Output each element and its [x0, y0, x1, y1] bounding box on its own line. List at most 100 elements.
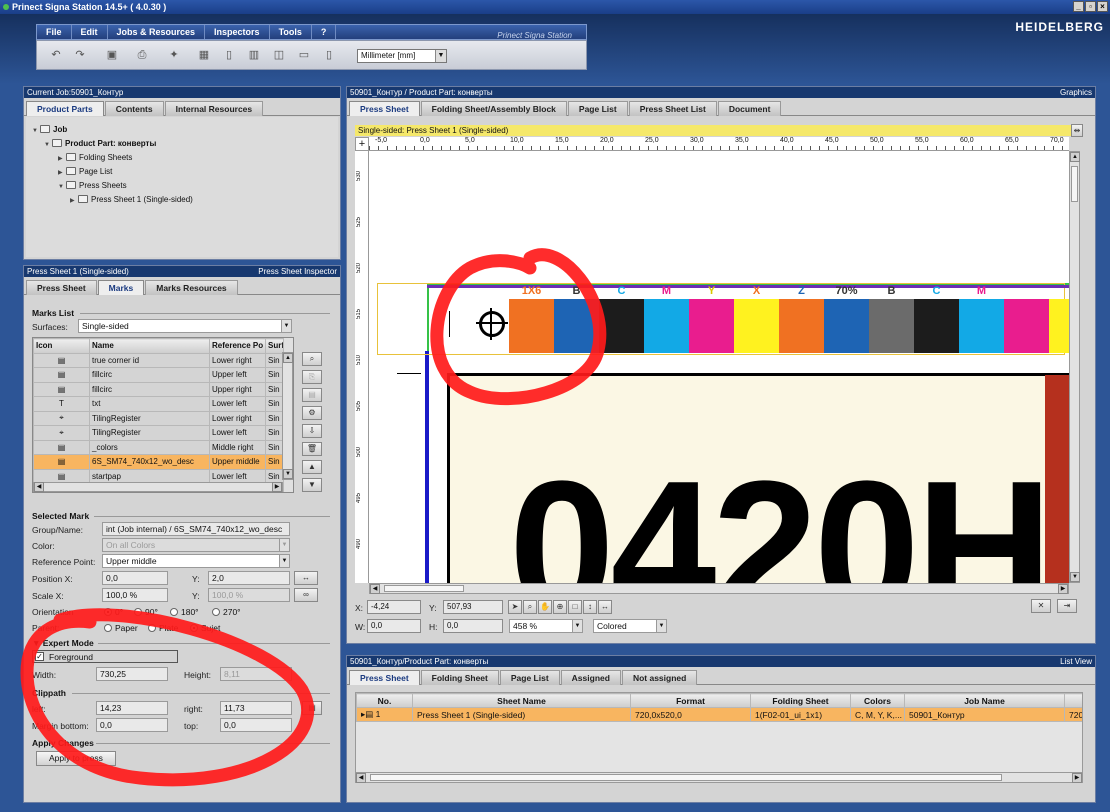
col-reference[interactable]: Reference Po — [209, 338, 266, 354]
parent-paper-radio[interactable]: Paper — [104, 623, 138, 633]
col-job-name[interactable]: Job Name — [904, 693, 1065, 708]
layout-icon[interactable]: ▦ — [197, 49, 211, 62]
height-field[interactable]: 8,11 — [220, 667, 292, 681]
scroll-up-icon[interactable]: ▲ — [1070, 152, 1080, 162]
marks-vscrollbar[interactable]: ▲ ▼ — [282, 352, 293, 480]
scroll-thumb[interactable] — [384, 585, 464, 592]
table-row[interactable]: ⌖ TilingRegister Lower left Sin — [33, 425, 284, 441]
maximize-button[interactable]: ▫ — [1085, 1, 1096, 12]
tree-item-page-list[interactable]: ▶ Page List — [58, 167, 112, 176]
move-up-button[interactable]: ▲ — [302, 460, 322, 474]
paste-mark-button[interactable]: ▤ — [302, 388, 322, 402]
h-field[interactable]: 0,0 — [443, 619, 503, 633]
clip-right-field[interactable]: 11,73 — [220, 701, 292, 715]
table-row[interactable]: ▤ true corner id Lower right Sin — [33, 352, 284, 368]
position-y-field[interactable]: 2,0 — [208, 571, 290, 585]
table-row[interactable]: ▤ 6S_SM74_740x12_wo_desc Upper middle Sin — [33, 454, 284, 470]
page-icon[interactable]: ▯ — [322, 49, 336, 62]
canvas-vscrollbar[interactable]: ▲ ▼ — [1069, 151, 1080, 583]
tab-folding-sheet-assembly[interactable]: Folding Sheet/Assembly Block — [420, 101, 567, 116]
fit-height-icon[interactable]: ↕ — [583, 600, 597, 614]
canvas-hscrollbar[interactable]: ◀ ▶ — [369, 583, 1069, 594]
menu-help[interactable]: ? — [312, 25, 337, 39]
colorbar[interactable] — [509, 299, 1069, 353]
display-mode-select[interactable]: Colored ▼ — [593, 619, 667, 633]
menu-inspectors[interactable]: Inspectors — [205, 25, 270, 39]
col-no[interactable]: No. — [356, 693, 413, 708]
move-down-button[interactable]: ▼ — [302, 478, 322, 492]
reference-point-select[interactable]: Upper middle ▼ — [102, 554, 290, 568]
margin-bottom-field[interactable]: 0,0 — [96, 718, 168, 732]
table-row[interactable]: ▤ _colors Middle right Sin — [33, 439, 284, 455]
col-extra[interactable] — [1064, 693, 1082, 708]
expert-mode-toggle[interactable]: ▼ Expert Mode — [32, 638, 94, 648]
fit-width-icon[interactable]: ↔ — [598, 600, 612, 614]
tab-page-list[interactable]: Page List — [567, 101, 628, 116]
tab-contents[interactable]: Contents — [104, 101, 164, 116]
orientation-90-radio[interactable]: 90° — [134, 607, 158, 617]
save-icon[interactable]: ▣ — [105, 49, 119, 62]
table-row[interactable]: ▤ fillcirc Upper right Sin — [33, 381, 284, 397]
col-name[interactable]: Name — [89, 338, 210, 354]
scroll-up-icon[interactable]: ▲ — [283, 353, 293, 363]
width-field[interactable]: 730,25 — [96, 667, 168, 681]
minimize-button[interactable]: _ — [1073, 1, 1084, 12]
list-hscrollbar[interactable]: ◀ ▶ — [355, 772, 1083, 783]
scroll-left-icon[interactable]: ◀ — [370, 584, 380, 594]
tab-assigned[interactable]: Assigned — [560, 670, 621, 685]
import-mark-button[interactable]: ⇩ — [302, 424, 322, 438]
new-mark-button[interactable]: ⌕ — [302, 352, 322, 366]
edit-mark-button[interactable]: ⚙ — [302, 406, 322, 420]
close-view-icon[interactable]: ✕ — [1031, 599, 1051, 613]
foreground-checkbox[interactable]: ✓ — [35, 652, 44, 661]
tab-page-list[interactable]: Page List — [499, 670, 560, 685]
tree-item-press-sheet-1[interactable]: ▶ Press Sheet 1 (Single-sided) — [70, 195, 193, 204]
orientation-180-radio[interactable]: 180° — [170, 607, 199, 617]
parent-plate-radio[interactable]: Plate — [148, 623, 178, 633]
tab-document[interactable]: Document — [717, 101, 782, 116]
scroll-thumb[interactable] — [370, 774, 1002, 781]
tab-product-parts[interactable]: Product Parts — [26, 101, 104, 116]
menu-tools[interactable]: Tools — [270, 25, 312, 39]
marks-hscrollbar[interactable]: ◀ ▶ — [33, 482, 283, 492]
tab-marks[interactable]: Marks — [97, 280, 145, 295]
pages-icon[interactable]: ▥ — [247, 49, 261, 62]
y-field[interactable]: 507,93 — [443, 600, 503, 614]
tab-press-sheet-list[interactable]: Press Sheet List — [628, 101, 717, 116]
tab-press-sheet[interactable]: Press Sheet — [349, 101, 420, 116]
color-select[interactable]: On all Colors ▼ — [102, 538, 290, 552]
undo-icon[interactable]: ↶ — [49, 49, 63, 62]
parent-sujet-radio[interactable]: Sujet — [190, 623, 220, 633]
scale-y-field[interactable]: 100,0 % — [208, 588, 290, 602]
w-field[interactable]: 0,0 — [367, 619, 421, 633]
run-icon[interactable]: ✦ — [167, 49, 181, 62]
folding-icon[interactable]: ◫ — [272, 49, 286, 62]
export-view-icon[interactable]: ⇥ — [1057, 599, 1077, 613]
orientation-0-radio[interactable]: 0° — [104, 607, 123, 617]
ruler-origin-icon[interactable]: + — [355, 137, 369, 151]
document-icon[interactable]: ▯ — [222, 49, 236, 62]
scale-link-button[interactable]: ∞ — [294, 588, 318, 602]
copy-mark-button[interactable]: ⎘ — [302, 370, 322, 384]
tab-not-assigned[interactable]: Not assigned — [621, 670, 698, 685]
tree-item-folding-sheets[interactable]: ▶ Folding Sheets — [58, 153, 132, 162]
scroll-down-icon[interactable]: ▼ — [1070, 572, 1080, 582]
scroll-right-icon[interactable]: ▶ — [272, 482, 282, 492]
menu-edit[interactable]: Edit — [72, 25, 108, 39]
table-row[interactable]: ⌖ TilingRegister Lower right Sin — [33, 410, 284, 426]
apply-to-press-button[interactable]: Apply to press — [36, 751, 116, 766]
hand-tool-icon[interactable]: ✋ — [538, 600, 552, 614]
clip-left-field[interactable]: 14,23 — [96, 701, 168, 715]
surfaces-select[interactable]: Single-sided ▼ — [78, 319, 292, 333]
col-sheet-name[interactable]: Sheet Name — [412, 693, 631, 708]
position-arrows-button[interactable]: ↔ — [294, 571, 318, 585]
sheet-icon[interactable]: ▭ — [297, 49, 311, 62]
col-icon[interactable]: Icon — [33, 338, 90, 354]
scroll-left-icon[interactable]: ◀ — [356, 773, 366, 783]
tab-press-sheet[interactable]: Press Sheet — [349, 670, 420, 685]
menu-file[interactable]: File — [37, 25, 72, 39]
tab-internal-resources[interactable]: Internal Resources — [164, 101, 264, 116]
tab-press-sheet[interactable]: Press Sheet — [26, 280, 97, 295]
sheet-canvas[interactable]: 1X6 B C M Y X Z 70% B C M 0420H — [369, 151, 1069, 583]
redo-icon[interactable]: ↷ — [73, 49, 87, 62]
